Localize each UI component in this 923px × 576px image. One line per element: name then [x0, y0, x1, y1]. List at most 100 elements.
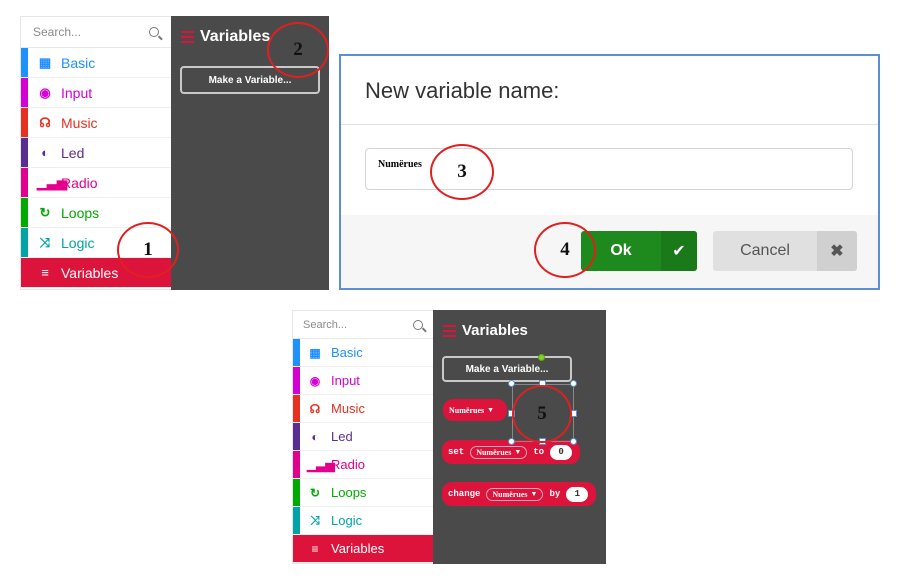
- rotate-handle[interactable]: [538, 354, 545, 361]
- dropdown-arrow-icon: ▼: [530, 490, 538, 498]
- category-label: Input: [331, 373, 360, 388]
- category-label: Variables: [61, 264, 119, 281]
- category-color-stripe: [21, 198, 28, 227]
- dropdown-arrow-icon: ▼: [487, 406, 495, 414]
- category-color-stripe: [293, 423, 300, 450]
- category-label: Led: [331, 429, 353, 444]
- category-color-stripe: [293, 535, 300, 562]
- category-color-stripe: [293, 395, 300, 422]
- target-icon: ◉: [309, 373, 321, 388]
- shuffle-icon: ⤨: [39, 234, 51, 250]
- variable-dropdown[interactable]: Numërues ▼: [449, 406, 494, 415]
- category-label: Loops: [331, 485, 367, 500]
- flyout-title-result: Variables: [443, 322, 528, 339]
- list-icon: [443, 324, 456, 337]
- search-icon[interactable]: [149, 27, 159, 37]
- category-label: Logic: [331, 513, 363, 528]
- flyout-title: Variables: [181, 28, 270, 46]
- search-box-result[interactable]: Search...: [293, 311, 433, 339]
- by-label: by: [549, 489, 561, 499]
- dialog-title: New variable name:: [365, 78, 560, 103]
- category-variables[interactable]: ≡ Variables: [293, 535, 433, 563]
- category-input[interactable]: ◉ Input: [21, 78, 171, 108]
- category-label: Basic: [331, 345, 363, 360]
- make-variable-button-result[interactable]: Make a Variable...: [442, 356, 572, 382]
- cancel-button[interactable]: Cancel ✖: [713, 231, 857, 271]
- category-label: Music: [61, 114, 98, 131]
- category-radio[interactable]: ▁▃▅ Radio: [21, 168, 171, 198]
- category-led[interactable]: ◐ Led: [293, 423, 433, 451]
- resize-handle[interactable]: [570, 438, 577, 445]
- signal-bars-icon: ▁▃▅: [307, 457, 335, 472]
- category-music[interactable]: ☊ Music: [293, 395, 433, 423]
- target-icon: ◉: [39, 84, 51, 100]
- change-value-input[interactable]: 1: [566, 486, 589, 502]
- search-box[interactable]: Search...: [21, 17, 171, 48]
- category-color-stripe: [21, 48, 28, 77]
- to-label: to: [533, 447, 545, 457]
- shuffle-icon: ⤨: [310, 513, 320, 527]
- category-logic[interactable]: ⤨ Logic: [293, 507, 433, 535]
- grid-icon: ▦: [309, 345, 321, 360]
- step-marker-2: 2: [267, 22, 329, 78]
- dialog-divider: [341, 124, 878, 125]
- search-icon[interactable]: [413, 319, 423, 330]
- category-color-stripe: [21, 168, 28, 197]
- category-label: Logic: [61, 234, 95, 251]
- checkmark-icon: ✔: [661, 231, 697, 271]
- headphones-icon: ☊: [309, 401, 321, 416]
- step-marker-4: 4: [534, 222, 596, 278]
- category-basic[interactable]: ▦ Basic: [21, 48, 171, 78]
- category-led[interactable]: ◐ Led: [21, 138, 171, 168]
- variable-reporter-block[interactable]: Numërues ▼: [443, 399, 507, 421]
- toggle-icon: ◐: [311, 429, 319, 444]
- category-label: Input: [61, 84, 93, 101]
- variable-name-value[interactable]: Numërues: [378, 159, 422, 170]
- set-label: set: [448, 447, 465, 457]
- list-icon: ≡: [41, 265, 49, 280]
- ok-button[interactable]: Ok ✔: [581, 231, 697, 271]
- new-variable-dialog: New variable name: Numërues Ok ✔ Cancel …: [339, 54, 880, 290]
- category-color-stripe: [21, 228, 28, 257]
- category-color-stripe: [21, 108, 28, 137]
- dialog-footer: Ok ✔ Cancel ✖: [341, 215, 878, 288]
- change-variable-block[interactable]: change Numërues ▼ by 1: [442, 482, 596, 506]
- category-label: Radio: [61, 174, 98, 191]
- change-variable-dropdown[interactable]: Numërues ▼: [486, 487, 544, 501]
- list-icon: ≡: [311, 541, 319, 556]
- grid-icon: ▦: [38, 54, 52, 70]
- resize-handle[interactable]: [508, 438, 515, 445]
- toggle-icon: ◐: [41, 145, 49, 160]
- category-color-stripe: [293, 367, 300, 394]
- change-label: change: [448, 489, 481, 499]
- set-variable-dropdown[interactable]: Numërues ▼: [470, 445, 528, 459]
- category-label: Radio: [331, 457, 365, 472]
- close-icon[interactable]: ✖: [817, 231, 857, 271]
- toolbox-panel-result: Search... ▦ Basic ◉ Input ☊ Music ◐ Led ▁▃▅ Radio…: [292, 310, 434, 564]
- category-label: Variables: [331, 541, 385, 556]
- headphones-icon: ☊: [39, 114, 51, 130]
- category-color-stripe: [21, 78, 28, 107]
- category-color-stripe: [293, 479, 300, 506]
- signal-bars-icon: ▁▃▅: [37, 174, 67, 190]
- loop-arrow-icon: ↻: [309, 485, 321, 500]
- set-value-input[interactable]: 0: [550, 444, 573, 460]
- dropdown-arrow-icon: ▼: [514, 448, 522, 456]
- category-radio[interactable]: ▁▃▅ Radio: [293, 451, 433, 479]
- step-marker-3: 3: [430, 144, 494, 200]
- variables-flyout-result: Variables Make a Variable... Numërues ▼ s…: [433, 310, 606, 564]
- category-music[interactable]: ☊ Music: [21, 108, 171, 138]
- category-label: Led: [61, 144, 85, 161]
- resize-handle[interactable]: [508, 380, 515, 387]
- category-loops[interactable]: ↻ Loops: [293, 479, 433, 507]
- search-input-result[interactable]: Search...: [303, 319, 347, 331]
- category-color-stripe: [21, 138, 28, 167]
- category-color-stripe: [293, 507, 300, 534]
- category-color-stripe: [21, 258, 28, 287]
- category-input[interactable]: ◉ Input: [293, 367, 433, 395]
- category-basic[interactable]: ▦ Basic: [293, 339, 433, 367]
- list-icon: [181, 31, 194, 43]
- resize-handle[interactable]: [570, 380, 577, 387]
- category-label: Loops: [61, 204, 100, 221]
- search-input[interactable]: Search...: [33, 25, 81, 39]
